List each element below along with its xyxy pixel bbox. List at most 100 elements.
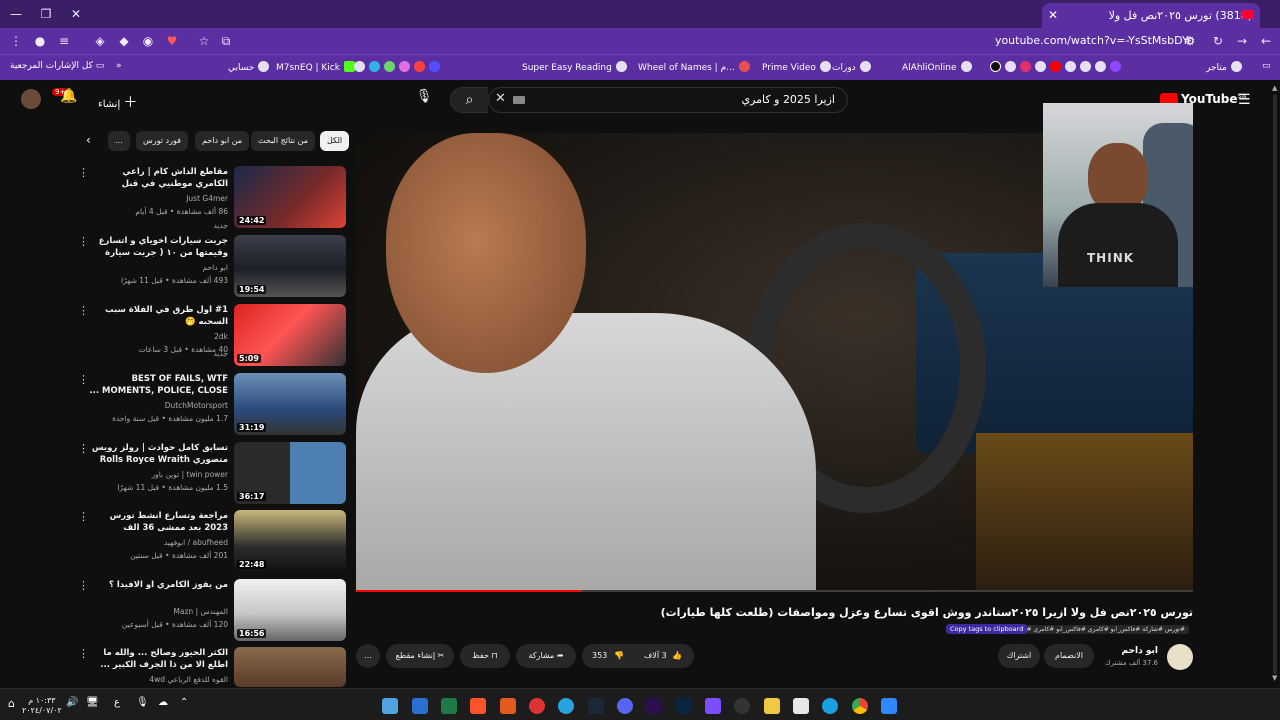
restore-icon[interactable]: ❐: [38, 6, 54, 22]
bookmark-kick[interactable]: M7snEQ | Kick: [276, 61, 355, 73]
page-scrollbar[interactable]: ▲ ▼: [1272, 84, 1278, 684]
video-title[interactable]: تسابق كامل حوادث | رولز رويس متصوري Roll…: [88, 442, 228, 466]
video-thumbnail[interactable]: 31:19: [234, 373, 346, 435]
app-icon[interactable]: [500, 698, 516, 714]
bookmark-star-icon[interactable]: ☆: [196, 33, 212, 49]
channel-name[interactable]: المهندس | Mazn: [173, 607, 228, 616]
scroll-down-icon[interactable]: ▼: [1272, 674, 1277, 682]
site-settings-icon[interactable]: ⚙: [1182, 33, 1198, 49]
minimize-icon[interactable]: —: [8, 6, 24, 22]
photoshop-app-icon[interactable]: [676, 698, 692, 714]
list-item[interactable]: 19:54 جربت سيارات اخوياي و اتسارع وقيمته…: [78, 235, 346, 297]
voice-search-icon[interactable]: 🎙: [414, 89, 434, 109]
channel-name[interactable]: abufheed / ابوفهيد: [164, 538, 228, 547]
save-button[interactable]: ⊓ حفظ: [460, 644, 510, 668]
bookmark-matajer[interactable]: متاجر: [1206, 61, 1242, 73]
extension-diamond-icon[interactable]: ◆: [116, 33, 132, 49]
list-item[interactable]: 5:09 #1 اول طرق في الفلاة سبب السحبه 🤭 2…: [78, 304, 346, 366]
list-item[interactable]: 36:17 تسابق كامل حوادث | رولز رويس متصور…: [78, 442, 346, 504]
chip-abu-dahem[interactable]: من ابو داحم: [195, 131, 250, 151]
list-item[interactable]: 31:19 BEST OF FAILS, WTF MOMENTS, POLICE…: [78, 373, 346, 435]
file-explorer-app-icon[interactable]: [764, 698, 780, 714]
volume-icon[interactable]: 🔊: [66, 697, 78, 708]
close-tab-icon[interactable]: ✕: [1048, 3, 1058, 28]
scroll-up-icon[interactable]: ▲: [1272, 84, 1277, 92]
reload-icon[interactable]: ↻: [1210, 33, 1226, 49]
bookmark-icons-group-2[interactable]: [986, 61, 1121, 73]
video-thumbnail[interactable]: 5:09: [234, 304, 346, 366]
bookmark-all[interactable]: كل الإشارات المرجعية ▭: [10, 61, 104, 71]
bookmark-hesabi[interactable]: حسابي: [228, 61, 270, 73]
list-item[interactable]: 22:48 مراجعة وتسارع انشط تورس 2023 بعد م…: [78, 510, 346, 572]
bookmark-dawrat[interactable]: دورات: [832, 61, 871, 73]
app-icon[interactable]: [529, 698, 545, 714]
more-actions-icon[interactable]: ⋮: [78, 166, 89, 179]
video-title[interactable]: من يفوز الكامري او الافيدا ؟: [88, 579, 228, 591]
video-title[interactable]: جربت سيارات اخوياي و اتسارع وقيمتها من ١…: [88, 235, 228, 259]
more-actions-button[interactable]: ...: [356, 644, 380, 668]
video-thumbnail[interactable]: 24:42: [234, 166, 346, 228]
bookmarks-overflow-icon[interactable]: »: [116, 61, 122, 71]
more-actions-icon[interactable]: ⋮: [78, 373, 89, 386]
clip-button[interactable]: ✂ إنشاء مقطع: [386, 644, 454, 668]
channel-name[interactable]: Just G4mer: [186, 194, 228, 203]
join-button[interactable]: الانضمام: [1044, 644, 1094, 668]
create-button[interactable]: إنشاء ＋: [98, 92, 137, 112]
extension-eyes-icon[interactable]: ◉: [140, 33, 156, 49]
chrome-app-icon[interactable]: [852, 698, 868, 714]
close-window-icon[interactable]: ✕: [68, 6, 84, 22]
channel-name[interactable]: 2dk: [214, 332, 228, 341]
menu-icon[interactable]: ⋮: [8, 33, 24, 49]
teams-app-icon[interactable]: [412, 698, 428, 714]
more-actions-icon[interactable]: ⋮: [80, 647, 89, 660]
video-title[interactable]: مقاطع الداش كام | راعي الكامري موطنيي في…: [88, 166, 228, 190]
list-item[interactable]: 24:42 مقاطع الداش كام | راعي الكامري موط…: [78, 166, 346, 230]
more-actions-icon[interactable]: ⋮: [78, 304, 89, 317]
notifications-bell-icon[interactable]: 🔔: [60, 88, 78, 108]
video-thumbnail[interactable]: 19:54: [234, 235, 346, 297]
video-title[interactable]: مراجعة وتسارع انشط تورس 2023 بعد ممشى 36…: [88, 510, 228, 534]
steam-app-icon[interactable]: [588, 698, 604, 714]
microphone-tray-icon[interactable]: 🎙: [136, 697, 149, 708]
chip-all[interactable]: الكل: [320, 131, 350, 151]
scrollbar-track[interactable]: [1273, 94, 1277, 674]
bookmark-prime-video[interactable]: Prime Video: [762, 61, 831, 73]
more-actions-icon[interactable]: ⋮: [78, 235, 89, 248]
video-title[interactable]: BEST OF FAILS, WTF MOMENTS, POLICE, CLOS…: [88, 373, 228, 397]
more-actions-icon[interactable]: ⋮: [78, 442, 89, 455]
edge-app-icon[interactable]: [822, 698, 838, 714]
chip-ford-taurus[interactable]: فورد تورس: [136, 131, 188, 151]
video-thumbnail[interactable]: [234, 647, 346, 687]
video-thumbnail[interactable]: 36:17: [234, 442, 346, 504]
url-field[interactable]: youtube.com/watch?v=-YsStMsbDYo: [995, 34, 1194, 47]
paint-app-icon[interactable]: [382, 698, 398, 714]
video-progress-bar[interactable]: [356, 590, 1193, 592]
app-icon[interactable]: [734, 698, 750, 714]
search-button[interactable]: ⌕: [450, 87, 488, 113]
network-icon[interactable]: 🖥: [86, 697, 99, 708]
cloud-tray-icon[interactable]: ☁: [158, 697, 168, 708]
channel-name[interactable]: twin power | توين باور: [151, 470, 228, 479]
channel-name[interactable]: ابو داحم: [203, 263, 228, 272]
forward-icon[interactable]: ←: [1258, 33, 1274, 49]
chips-scroll-left-icon[interactable]: ‹: [86, 133, 91, 147]
like-count[interactable]: 3 آلاف: [644, 644, 667, 668]
show-hidden-icons[interactable]: ⌃: [180, 697, 188, 708]
more-actions-icon[interactable]: ⋮: [78, 510, 89, 523]
share-button[interactable]: ➦ مشاركة: [516, 644, 576, 668]
back-icon[interactable]: →: [1234, 33, 1250, 49]
clear-search-icon[interactable]: ✕: [495, 91, 506, 106]
chip-search-results[interactable]: من نتائج البحث: [251, 131, 316, 151]
telegram-app-icon[interactable]: [558, 698, 574, 714]
channel-name-main[interactable]: ابو داحم: [1122, 646, 1159, 656]
notification-center-icon[interactable]: ⌂: [8, 697, 15, 710]
taskbar-clock[interactable]: ١٠:٣٣ م ٢٠٢٤/٠٧/٠٢: [22, 696, 62, 716]
channel-name[interactable]: القوه للدفع الرباعي 4wd: [149, 675, 228, 684]
like-icon[interactable]: 👍: [672, 644, 682, 668]
language-indicator[interactable]: ع: [114, 697, 120, 708]
premiere-app-icon[interactable]: [646, 698, 662, 714]
copy-tags-button[interactable]: Copy tags to clipboard: [946, 624, 1028, 634]
bookmark-wheel-of-names[interactable]: Wheel of Names | م...: [638, 61, 750, 73]
video-title[interactable]: #1 اول طرق في الفلاة سبب السحبه 🤭: [88, 304, 228, 328]
channel-name[interactable]: DutchMotorsport: [165, 401, 228, 410]
